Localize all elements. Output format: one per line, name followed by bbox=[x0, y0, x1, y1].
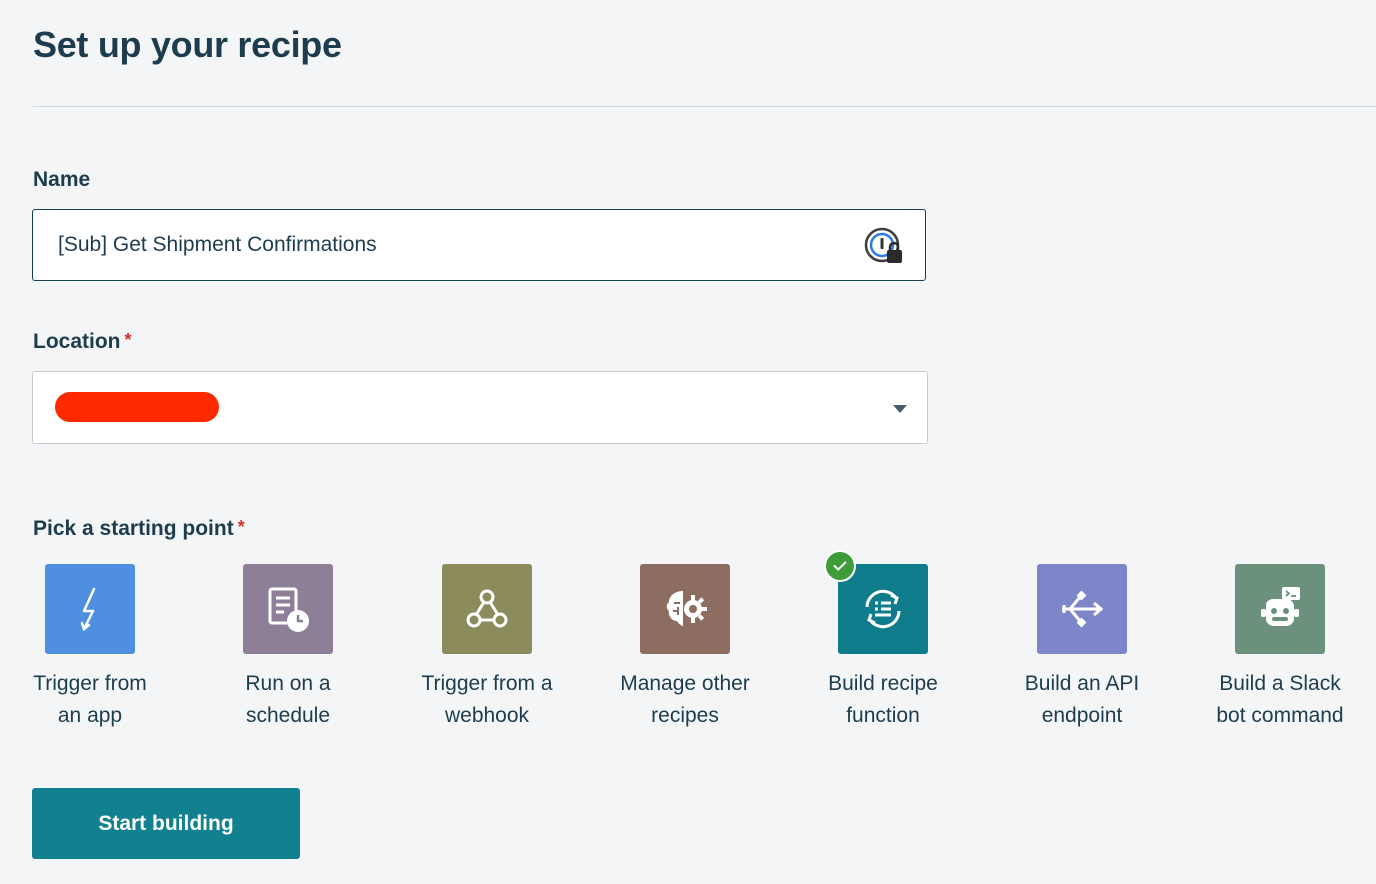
option-label: Build an API endpoint bbox=[1024, 672, 1140, 727]
option-tile[interactable] bbox=[442, 564, 532, 654]
starting-point-label-text: Pick a starting point bbox=[33, 517, 234, 540]
option-tile[interactable] bbox=[243, 564, 333, 654]
checkmark-icon bbox=[824, 550, 856, 582]
option-manage-other-recipes[interactable]: Manage other recipes bbox=[595, 564, 775, 732]
header-divider bbox=[33, 106, 1376, 107]
required-marker: * bbox=[124, 330, 132, 350]
option-build-recipe-function[interactable]: Build recipe function bbox=[793, 550, 973, 732]
option-build-api-endpoint[interactable]: Build an API endpoint bbox=[992, 564, 1172, 732]
option-tile[interactable] bbox=[640, 564, 730, 654]
start-building-button[interactable]: Start building bbox=[32, 788, 300, 859]
option-label: Trigger from an app bbox=[33, 672, 147, 727]
page-title: Set up your recipe bbox=[33, 24, 342, 65]
slack-bot-icon bbox=[1261, 587, 1300, 626]
brain-gear-icon bbox=[666, 591, 707, 626]
name-label-text: Name bbox=[33, 168, 91, 191]
option-tile[interactable] bbox=[1037, 564, 1127, 654]
location-select[interactable] bbox=[32, 371, 928, 444]
option-label: Trigger from a webhook bbox=[421, 672, 553, 727]
option-run-on-schedule[interactable]: Run on a schedule bbox=[198, 564, 378, 732]
starting-point-label: Pick a starting point * bbox=[33, 517, 245, 541]
chevron-down-icon[interactable] bbox=[893, 405, 907, 413]
lightning-icon bbox=[80, 587, 96, 632]
option-tile[interactable] bbox=[824, 550, 928, 654]
api-endpoint-icon bbox=[1062, 590, 1104, 628]
option-label: Manage other recipes bbox=[620, 672, 750, 727]
name-input[interactable] bbox=[32, 209, 926, 281]
option-label: Build recipe function bbox=[828, 672, 938, 727]
password-lock-icon[interactable] bbox=[864, 227, 904, 267]
option-label: Build a Slack bot command bbox=[1216, 672, 1344, 727]
webhook-icon bbox=[466, 589, 508, 628]
option-tile[interactable] bbox=[45, 564, 135, 654]
location-label-text: Location bbox=[33, 330, 121, 353]
starting-point-options: Trigger from an app Run on a schedule Tr… bbox=[0, 550, 1376, 744]
location-label: Location * bbox=[33, 330, 132, 354]
option-trigger-from-webhook[interactable]: Trigger from a webhook bbox=[397, 564, 577, 732]
recipe-function-icon bbox=[865, 589, 901, 629]
option-build-slack-bot-command[interactable]: Build a Slack bot command bbox=[1190, 564, 1370, 732]
option-tile[interactable] bbox=[1235, 564, 1325, 654]
schedule-icon bbox=[268, 587, 309, 632]
option-trigger-from-app[interactable]: Trigger from an app bbox=[0, 564, 180, 732]
redacted-location-value bbox=[55, 392, 219, 422]
option-label: Run on a schedule bbox=[245, 672, 331, 727]
name-label: Name bbox=[33, 168, 90, 192]
required-marker: * bbox=[237, 517, 245, 537]
